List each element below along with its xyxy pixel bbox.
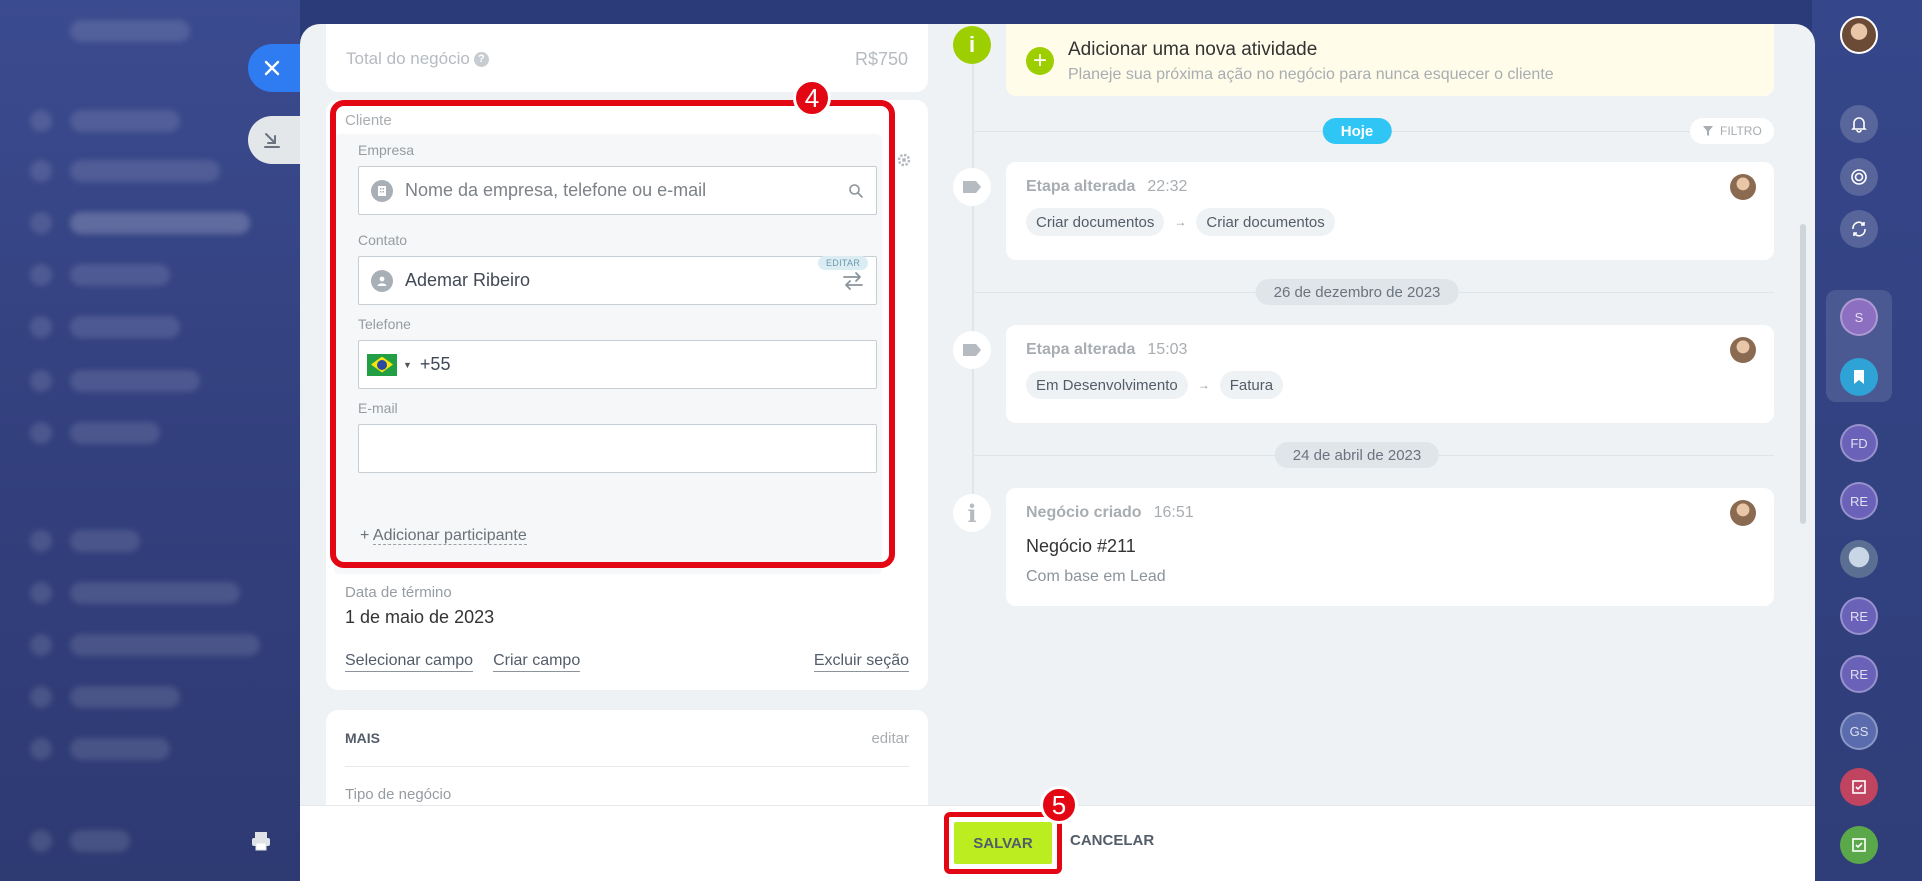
add-participant-link[interactable]: + Adicionar participante bbox=[360, 527, 527, 545]
divider bbox=[345, 766, 909, 767]
date-separator-pill: 24 de abril de 2023 bbox=[1274, 442, 1440, 468]
info-icon: i bbox=[953, 494, 991, 532]
timeline-item-time: 15:03 bbox=[1147, 341, 1188, 358]
timeline-item-time: 16:51 bbox=[1153, 504, 1194, 521]
avatar[interactable] bbox=[1730, 500, 1756, 526]
deal-slider-panel: Total do negócio ? R$750 Cliente Empresa… bbox=[300, 24, 1815, 881]
deal-details-column: Total do negócio ? R$750 Cliente Empresa… bbox=[326, 24, 928, 870]
today-pill: Hoje bbox=[1322, 118, 1392, 144]
filter-label: FILTRO bbox=[1720, 124, 1762, 138]
end-date-value[interactable]: 1 de maio de 2023 bbox=[345, 607, 494, 628]
bookmark-icon[interactable] bbox=[1840, 358, 1878, 396]
stage-tag-icon bbox=[953, 331, 991, 369]
search-icon[interactable] bbox=[848, 183, 864, 199]
save-button[interactable]: SALVAR bbox=[954, 822, 1052, 864]
timeline-item: Etapa alterada 15:03 Em Desenvolvimento →… bbox=[1006, 325, 1774, 423]
rail-avatar-fd[interactable]: FD bbox=[1840, 424, 1878, 462]
chevron-down-icon[interactable]: ▼ bbox=[403, 360, 412, 370]
company-search-input[interactable]: Nome da empresa, telefone ou e-mail bbox=[358, 166, 877, 215]
close-icon bbox=[264, 60, 280, 76]
section-links: Selecionar campo Criar campo Excluir seç… bbox=[345, 652, 909, 672]
footer-bar: SALVAR CANCELAR 5 bbox=[300, 786, 1815, 881]
gear-icon[interactable] bbox=[896, 152, 912, 168]
create-field-link[interactable]: Criar campo bbox=[493, 652, 581, 672]
timeline-column: i + Adicionar uma nova atividade Planeje… bbox=[950, 24, 1810, 804]
deal-total-label: Total do negócio bbox=[346, 49, 470, 68]
company-label: Empresa bbox=[358, 142, 415, 158]
annotation-step-4: 4 bbox=[793, 79, 831, 117]
email-label: E-mail bbox=[358, 400, 398, 416]
stage-to-chip: Fatura bbox=[1219, 371, 1284, 399]
deal-total-card: Total do negócio ? R$750 bbox=[326, 24, 928, 92]
deal-created-note: Com base em Lead bbox=[1026, 568, 1166, 585]
rail-avatar-s[interactable]: S bbox=[1840, 298, 1878, 336]
checklist-icon[interactable] bbox=[1840, 826, 1878, 864]
timeline-item-time: 22:32 bbox=[1147, 178, 1188, 195]
add-activity-title: Adicionar uma nova atividade bbox=[1068, 39, 1318, 60]
more-section-title: MAIS bbox=[345, 730, 380, 746]
email-input[interactable] bbox=[358, 424, 877, 473]
contact-input[interactable]: Ademar Ribeiro bbox=[358, 256, 877, 305]
stage-from-chip: Em Desenvolvimento bbox=[1026, 371, 1188, 399]
stage-from-chip: Criar documentos bbox=[1026, 208, 1165, 236]
stage-to-chip: Criar documentos bbox=[1196, 208, 1335, 236]
deal-created-title[interactable]: Negócio #211 bbox=[1026, 536, 1136, 557]
bell-icon[interactable] bbox=[1840, 105, 1878, 143]
avatar[interactable] bbox=[1730, 337, 1756, 363]
phone-input[interactable]: ▼ +55 bbox=[358, 340, 877, 389]
contact-edit-badge[interactable]: EDITAR bbox=[818, 256, 869, 270]
company-placeholder: Nome da empresa, telefone ou e-mail bbox=[405, 180, 707, 200]
rail-avatar-gs[interactable]: GS bbox=[1840, 712, 1878, 750]
contact-name: Ademar Ribeiro bbox=[405, 270, 531, 290]
rail-avatar-re[interactable]: RE bbox=[1840, 482, 1878, 520]
arrow-right-icon: → bbox=[1174, 215, 1187, 229]
company-icon bbox=[371, 179, 393, 202]
swap-contact-icon[interactable] bbox=[842, 271, 864, 291]
phone-label: Telefone bbox=[358, 316, 411, 332]
timeline-line bbox=[972, 64, 974, 504]
brazil-flag-icon[interactable] bbox=[367, 353, 397, 376]
end-date-label: Data de término bbox=[345, 584, 452, 601]
timeline-item: Negócio criado 16:51 Negócio #211 Com bas… bbox=[1006, 488, 1774, 606]
sync-icon[interactable] bbox=[1840, 210, 1878, 248]
add-activity-box[interactable]: + Adicionar uma nova atividade Planeje s… bbox=[1006, 24, 1774, 96]
rail-avatar-re[interactable]: RE bbox=[1840, 655, 1878, 693]
plus-icon: + bbox=[1026, 47, 1054, 75]
help-icon[interactable]: ? bbox=[473, 51, 489, 67]
annotation-step-5: 5 bbox=[1040, 786, 1078, 824]
deal-type-label: Tipo de negócio bbox=[345, 786, 452, 803]
delete-section-link[interactable]: Excluir seção bbox=[813, 652, 909, 672]
rail-avatar-re[interactable]: RE bbox=[1840, 597, 1878, 635]
person-icon bbox=[371, 269, 393, 292]
client-section-title: Cliente bbox=[345, 112, 392, 129]
tasks-icon[interactable] bbox=[1840, 768, 1878, 806]
add-activity-subtitle: Planeje sua próxima ação no negócio para… bbox=[1068, 66, 1554, 83]
arrow-right-icon: → bbox=[1197, 378, 1210, 392]
timeline-item-title: Negócio criado bbox=[1026, 504, 1142, 521]
cancel-button[interactable]: CANCELAR bbox=[1070, 832, 1154, 849]
client-fields-box: Empresa Nome da empresa, telefone ou e-m… bbox=[334, 134, 882, 574]
timeline-item: Etapa alterada 22:32 Criar documentos → C… bbox=[1006, 162, 1774, 260]
deal-total-value: R$750 bbox=[854, 48, 908, 69]
date-separator-pill: 26 de dezembro de 2023 bbox=[1255, 279, 1459, 305]
target-icon[interactable] bbox=[1840, 158, 1878, 196]
timeline-item-title: Etapa alterada bbox=[1026, 178, 1136, 195]
info-icon: i bbox=[953, 26, 991, 64]
filter-icon bbox=[1703, 126, 1713, 136]
stage-tag-icon bbox=[953, 168, 991, 206]
print-icon[interactable] bbox=[250, 830, 272, 852]
minimize-icon bbox=[264, 133, 280, 148]
phone-country-code: +55 bbox=[419, 354, 451, 374]
rail-avatar-cat[interactable] bbox=[1840, 540, 1878, 578]
scrollbar[interactable] bbox=[1800, 224, 1806, 524]
user-avatar[interactable] bbox=[1840, 16, 1878, 54]
filter-button[interactable]: FILTRO bbox=[1690, 118, 1774, 144]
select-field-link[interactable]: Selecionar campo bbox=[345, 652, 474, 672]
avatar[interactable] bbox=[1730, 174, 1756, 200]
more-section-edit-link[interactable]: editar bbox=[871, 730, 909, 747]
timeline-item-title: Etapa alterada bbox=[1026, 341, 1136, 358]
contact-label: Contato bbox=[358, 232, 408, 248]
